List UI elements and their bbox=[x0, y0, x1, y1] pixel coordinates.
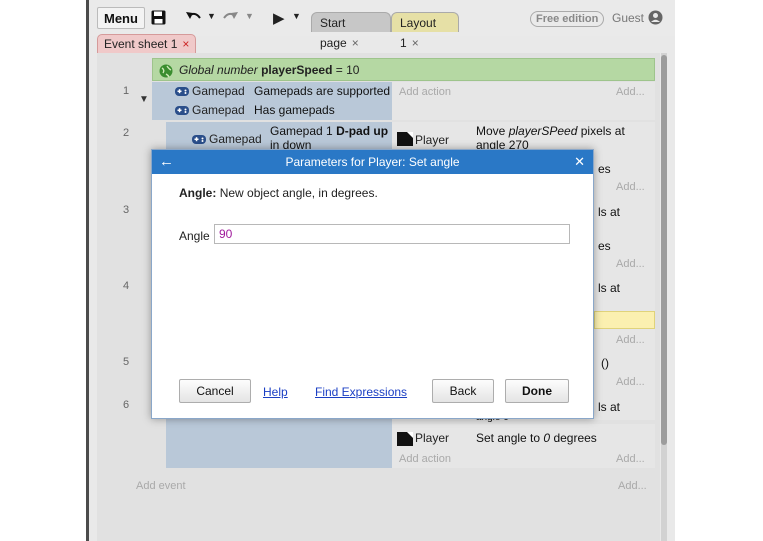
free-edition-badge[interactable]: Free edition bbox=[530, 11, 605, 27]
save-icon[interactable] bbox=[151, 10, 166, 25]
close-icon[interactable]: × bbox=[352, 36, 359, 50]
parameters-dialog: ← Parameters for Player: Set angle ✕ Ang… bbox=[151, 149, 594, 419]
dialog-titlebar: ← Parameters for Player: Set angle ✕ bbox=[152, 150, 593, 174]
cancel-button[interactable]: Cancel bbox=[179, 379, 251, 403]
action-text-part: Set angle to bbox=[476, 431, 541, 445]
action-text-italic: 0 bbox=[543, 431, 551, 445]
add-more-link[interactable]: Add... bbox=[616, 376, 645, 388]
close-icon[interactable]: ✕ bbox=[574, 150, 585, 174]
help-link[interactable]: Help bbox=[263, 385, 288, 399]
globe-icon bbox=[159, 63, 173, 78]
tab-label: Start page bbox=[320, 16, 347, 50]
condition-text-bold: D-pad up bbox=[336, 124, 389, 138]
redo-icon[interactable] bbox=[221, 10, 239, 25]
event-number: 4 bbox=[123, 280, 130, 292]
play-icon[interactable]: ▶ bbox=[273, 9, 285, 27]
event-number: 5 bbox=[123, 356, 130, 368]
undo-icon[interactable] bbox=[185, 10, 203, 25]
global-variable[interactable]: Global number playerSpeed = 10 bbox=[152, 58, 655, 81]
event-number: 6 bbox=[123, 399, 130, 411]
tab-layout-1[interactable]: Layout 1 × bbox=[391, 12, 459, 50]
global-variable-label: Global number playerSpeed = 10 bbox=[179, 59, 359, 81]
condition-object: Gamepad bbox=[209, 132, 262, 146]
back-button[interactable]: Back bbox=[432, 379, 494, 403]
action-text[interactable]: Move playerSPeed pixels at angle 270 bbox=[476, 124, 625, 152]
add-action-link[interactable]: Add action bbox=[399, 453, 451, 465]
done-button[interactable]: Done bbox=[505, 379, 569, 403]
action-object: Player bbox=[415, 133, 450, 147]
event-number: 3 bbox=[123, 204, 130, 216]
gamepad-icon bbox=[175, 86, 189, 97]
global-variable-type: Global number bbox=[179, 63, 258, 77]
user-name[interactable]: Guest bbox=[612, 11, 644, 25]
tab-event-sheet-1[interactable]: Event sheet 1 × bbox=[97, 34, 197, 54]
global-variable-name: playerSpeed bbox=[261, 63, 333, 77]
angle-label: Angle bbox=[179, 229, 210, 243]
action-text-partial: ls at bbox=[598, 205, 621, 219]
add-event-link[interactable]: Add event bbox=[136, 480, 186, 492]
action-text-part: degrees bbox=[553, 431, 597, 445]
parameter-name: Angle: bbox=[179, 186, 217, 200]
close-icon[interactable]: × bbox=[182, 37, 189, 51]
toolbar: Menu ▼ ▼ ▶ ▼ Start page × Layout 1 × Free … bbox=[89, 0, 675, 50]
action-text-partial: es bbox=[598, 239, 611, 253]
add-more-link[interactable]: Add... bbox=[616, 86, 645, 98]
tab-label: Event sheet 1 bbox=[104, 37, 178, 51]
event-number: 1 bbox=[123, 85, 130, 97]
menu-button[interactable]: Menu bbox=[97, 7, 145, 29]
action-text-partial: es bbox=[598, 162, 611, 176]
redo-dropdown-icon[interactable]: ▼ bbox=[245, 11, 254, 21]
condition-text[interactable]: Gamepads are supported bbox=[254, 82, 390, 101]
undo-dropdown-icon[interactable]: ▼ bbox=[207, 11, 216, 21]
user-avatar-icon[interactable] bbox=[648, 10, 663, 25]
gamepad-icon bbox=[192, 134, 206, 145]
action-text-partial: ls at bbox=[598, 281, 621, 295]
add-more-link[interactable]: Add... bbox=[616, 258, 645, 270]
tab-start-page[interactable]: Start page × bbox=[311, 12, 391, 50]
action-text-partial: ls at bbox=[598, 400, 621, 414]
add-action-link[interactable]: Add action bbox=[399, 86, 451, 98]
action-text-italic: playerSPeed bbox=[508, 124, 578, 138]
selected-action-highlight[interactable] bbox=[594, 311, 655, 329]
add-more-link[interactable]: Add... bbox=[616, 181, 645, 193]
condition-text[interactable]: Gamepad 1 D-pad up in down bbox=[270, 124, 389, 152]
condition-text[interactable]: Has gamepads bbox=[254, 101, 335, 120]
scrollbar-thumb[interactable] bbox=[661, 55, 667, 445]
back-arrow-icon[interactable]: ← bbox=[159, 150, 174, 174]
global-variable-value: = 10 bbox=[335, 63, 360, 77]
action-text-part: Move bbox=[476, 124, 506, 138]
collapse-arrow-icon[interactable]: ▼ bbox=[139, 94, 149, 105]
event-number: 2 bbox=[123, 127, 130, 139]
action-text[interactable]: Set angle to 0 degrees bbox=[476, 429, 597, 448]
angle-input[interactable] bbox=[214, 224, 570, 244]
gamepad-icon bbox=[175, 105, 189, 116]
parameter-description: Angle: New object angle, in degrees. bbox=[179, 186, 378, 200]
condition-object: Gamepad bbox=[192, 84, 245, 98]
dialog-title: Parameters for Player: Set angle bbox=[285, 155, 460, 169]
action-text-partial: () bbox=[601, 356, 609, 370]
player-sprite-icon bbox=[397, 432, 413, 446]
action-text-part: pixels at bbox=[580, 124, 625, 138]
add-more-link[interactable]: Add... bbox=[616, 453, 645, 465]
add-more-link[interactable]: Add... bbox=[618, 480, 647, 492]
scrollbar-track[interactable] bbox=[661, 53, 667, 541]
condition-text-part: Gamepad 1 bbox=[270, 124, 333, 138]
close-icon[interactable]: × bbox=[412, 36, 419, 50]
action-object: Player bbox=[415, 431, 450, 445]
parameter-description-text: New object angle, in degrees. bbox=[219, 186, 378, 200]
add-more-link[interactable]: Add... bbox=[616, 334, 645, 346]
player-sprite-icon bbox=[397, 132, 413, 146]
find-expressions-link[interactable]: Find Expressions bbox=[315, 385, 407, 399]
condition-object: Gamepad bbox=[192, 103, 245, 117]
play-dropdown-icon[interactable]: ▼ bbox=[292, 11, 301, 21]
